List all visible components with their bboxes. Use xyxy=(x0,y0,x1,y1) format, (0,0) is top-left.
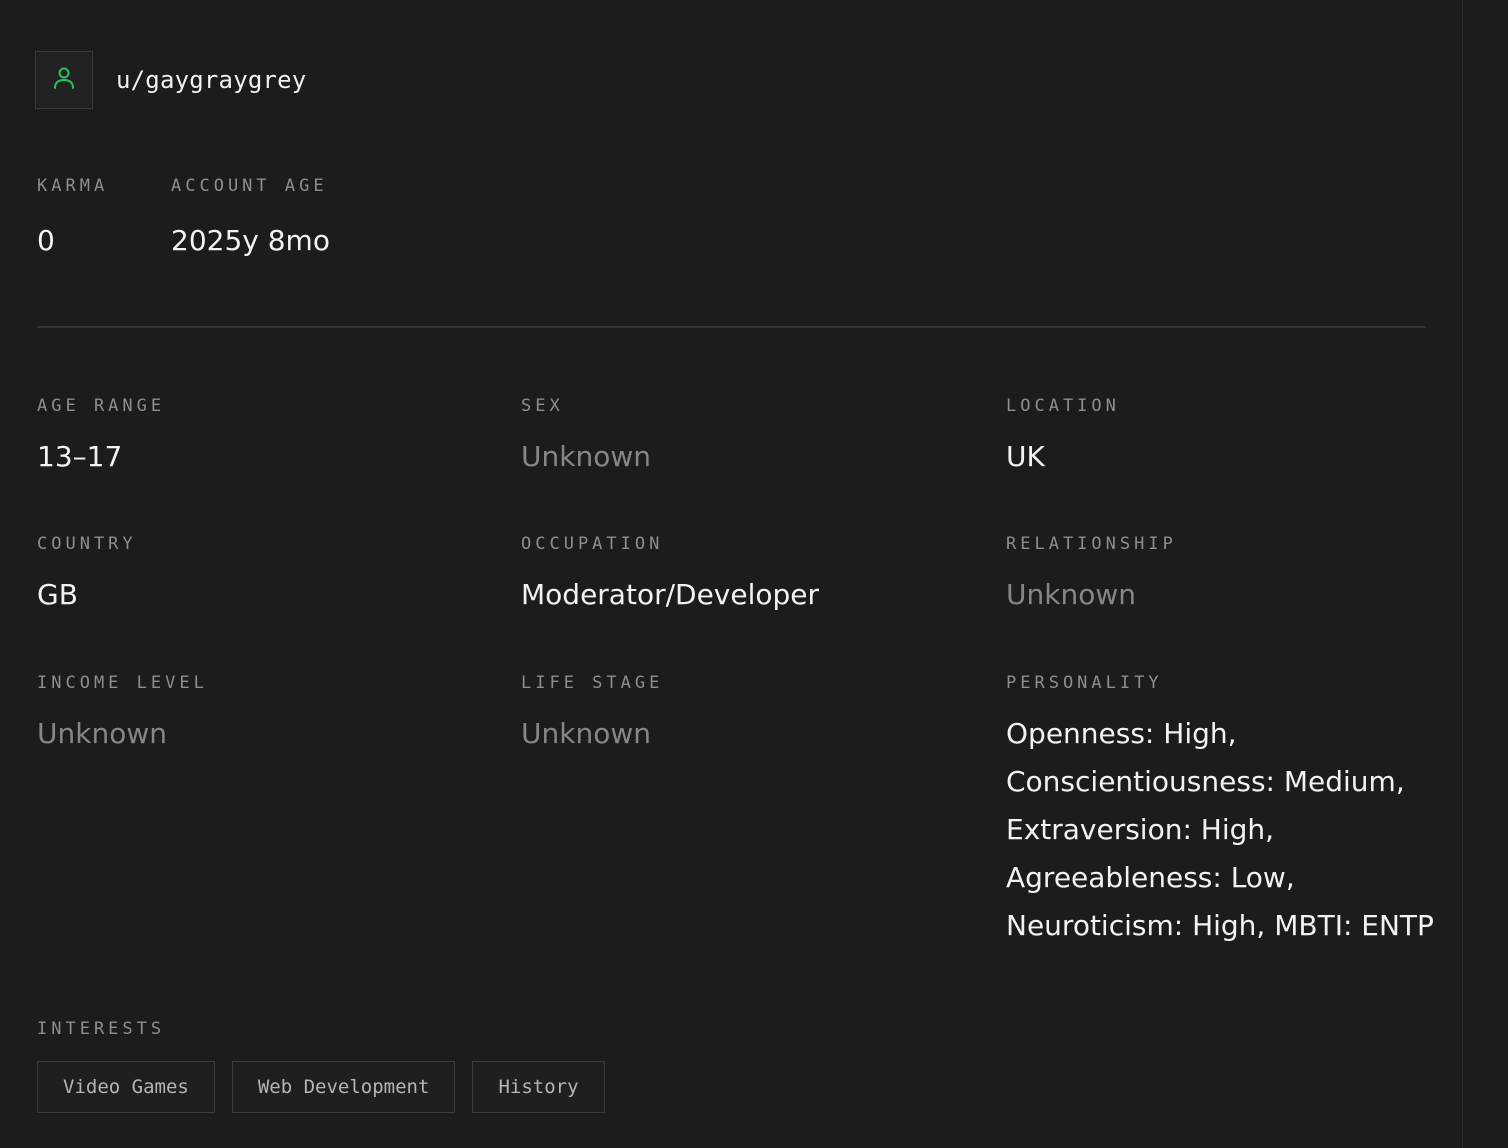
field-country: COUNTRY GB xyxy=(37,534,477,619)
sex-label: SEX xyxy=(521,396,564,416)
stat-account-age: ACCOUNT AGE 2025y 8mo xyxy=(171,176,330,265)
relationship-value: Unknown xyxy=(1006,578,1136,611)
occupation-value: Moderator/Developer xyxy=(521,578,820,611)
relationship-label: RELATIONSHIP xyxy=(1006,534,1177,554)
field-location: LOCATION UK xyxy=(1006,396,1446,481)
personality-value: Openness: High, Conscientiousness: Mediu… xyxy=(1006,717,1434,942)
stat-karma: KARMA 0 xyxy=(37,176,108,265)
life-stage-label: LIFE STAGE xyxy=(521,673,664,693)
interest-chip[interactable]: Web Development xyxy=(231,1061,456,1113)
karma-value: 0 xyxy=(37,224,55,257)
interests-section: INTERESTS Video Games Web Development Hi… xyxy=(37,1019,605,1113)
interest-chip[interactable]: Video Games xyxy=(37,1061,215,1113)
interest-chip[interactable]: History xyxy=(472,1061,605,1113)
field-occupation: OCCUPATION Moderator/Developer xyxy=(521,534,961,619)
interests-label: INTERESTS xyxy=(37,1019,166,1039)
username: u/gaygraygrey xyxy=(116,66,307,94)
account-age-value: 2025y 8mo xyxy=(171,224,330,257)
life-stage-value: Unknown xyxy=(521,717,651,750)
field-age-range: AGE RANGE 13–17 xyxy=(37,396,477,481)
field-income-level: INCOME LEVEL Unknown xyxy=(37,673,477,758)
location-value: UK xyxy=(1006,440,1045,473)
interest-chip-list: Video Games Web Development History xyxy=(37,1061,605,1113)
country-value: GB xyxy=(37,578,78,611)
sex-value: Unknown xyxy=(521,440,651,473)
scrollbar-track[interactable] xyxy=(1462,0,1508,1148)
profile-header: u/gaygraygrey xyxy=(35,50,306,110)
age-range-value: 13–17 xyxy=(37,440,123,473)
field-sex: SEX Unknown xyxy=(521,396,961,481)
field-personality: PERSONALITY Openness: High, Conscientiou… xyxy=(1006,673,1446,950)
field-life-stage: LIFE STAGE Unknown xyxy=(521,673,961,758)
avatar xyxy=(35,51,93,109)
income-level-label: INCOME LEVEL xyxy=(37,673,208,693)
section-divider xyxy=(37,326,1426,328)
income-level-value: Unknown xyxy=(37,717,167,750)
personality-label: PERSONALITY xyxy=(1006,673,1163,693)
occupation-label: OCCUPATION xyxy=(521,534,664,554)
location-label: LOCATION xyxy=(1006,396,1120,416)
karma-label: KARMA xyxy=(37,176,109,196)
account-age-label: ACCOUNT AGE xyxy=(171,176,328,196)
country-label: COUNTRY xyxy=(37,534,137,554)
user-icon xyxy=(53,66,75,95)
field-relationship: RELATIONSHIP Unknown xyxy=(1006,534,1446,619)
age-range-label: AGE RANGE xyxy=(37,396,166,416)
